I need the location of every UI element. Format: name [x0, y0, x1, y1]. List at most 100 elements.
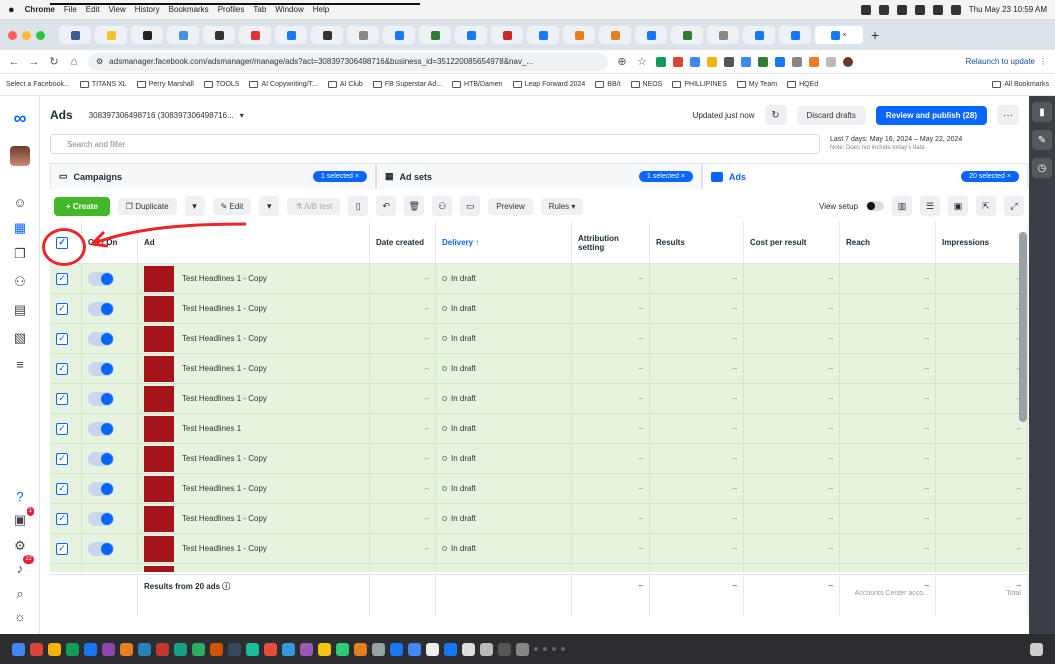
on-off-toggle[interactable]: [88, 361, 114, 376]
browser-tab[interactable]: [419, 26, 451, 44]
chevron-down-icon[interactable]: ▾: [184, 196, 205, 216]
browser-tab[interactable]: [347, 26, 379, 44]
chart-icon[interactable]: ⤢: [1004, 196, 1024, 216]
row-checkbox[interactable]: ✓: [56, 422, 68, 435]
close-tab-icon[interactable]: ×: [842, 32, 846, 39]
ad-name-link[interactable]: Test Headlines 1 - Copy: [182, 514, 267, 523]
view-setup-toggle[interactable]: [866, 201, 884, 211]
browser-tab[interactable]: [311, 26, 343, 44]
status-icon[interactable]: [878, 4, 889, 15]
ad-name-link[interactable]: Test Headlines 1 - Copy: [182, 484, 267, 493]
menu-history[interactable]: History: [135, 5, 160, 14]
bookmark-folder[interactable]: Leap Forward 2024: [512, 81, 585, 88]
status-icon[interactable]: [914, 4, 925, 15]
table-row[interactable]: ✓Test Headlines 1 - Copy–In draft–––––: [50, 354, 1028, 384]
browser-tab[interactable]: [383, 26, 415, 44]
app-icon[interactable]: [30, 642, 43, 656]
col-impressions[interactable]: Impressions: [936, 222, 1028, 263]
browser-tab[interactable]: [491, 26, 523, 44]
smile-icon[interactable]: ☺: [10, 192, 30, 212]
app-icon[interactable]: [192, 642, 205, 656]
bookmark-folder[interactable]: My Team: [736, 81, 777, 88]
bookmark-folder[interactable]: BB/t: [595, 81, 621, 88]
on-off-toggle[interactable]: [88, 451, 114, 466]
app-icon[interactable]: [498, 642, 511, 656]
browser-tab[interactable]: [743, 26, 775, 44]
bookmark-folder[interactable]: TOOLS: [203, 81, 239, 88]
ab-test-button[interactable]: ⚗ A/B test: [287, 197, 341, 215]
on-off-toggle[interactable]: [88, 571, 114, 572]
app-icon[interactable]: [408, 642, 421, 656]
alerts-bell-icon[interactable]: ♪ 22: [10, 555, 34, 578]
table-row[interactable]: ✓–In draft–––––: [50, 564, 1028, 572]
minimize-window-icon[interactable]: [22, 30, 31, 40]
menu-view[interactable]: View: [109, 5, 126, 14]
on-off-toggle[interactable]: [88, 331, 114, 346]
browser-tab[interactable]: [95, 26, 127, 44]
new-tab-icon[interactable]: +: [871, 27, 879, 43]
app-icon[interactable]: [318, 642, 331, 656]
pencil-icon[interactable]: ✎: [1032, 130, 1052, 150]
extension-icon[interactable]: [809, 56, 819, 67]
on-off-toggle[interactable]: [88, 541, 114, 556]
export-icon[interactable]: ⇱: [976, 196, 996, 216]
app-icon[interactable]: [66, 642, 79, 656]
row-checkbox[interactable]: ✓: [56, 512, 68, 525]
menu-bookmarks[interactable]: Bookmarks: [169, 5, 209, 14]
grid-table-icon[interactable]: ▦: [10, 218, 30, 238]
date-range-picker[interactable]: Last 7 days: May 16, 2024 – May 22, 2024…: [830, 135, 962, 153]
app-icon[interactable]: [354, 642, 367, 656]
app-icon[interactable]: [138, 642, 151, 656]
ad-thumbnail[interactable]: [144, 295, 174, 322]
close-icon[interactable]: ×: [355, 173, 359, 180]
menu-profiles[interactable]: Profiles: [218, 5, 245, 14]
ad-thumbnail[interactable]: [144, 325, 174, 352]
menu-chrome[interactable]: Chrome: [25, 5, 55, 14]
row-checkbox[interactable]: ✓: [56, 482, 68, 495]
review-publish-button[interactable]: Review and publish (28): [875, 105, 987, 125]
ad-name-link[interactable]: Test Headlines 1 - Copy: [182, 544, 267, 553]
bookmark-folder[interactable]: AI Club: [327, 81, 363, 88]
browser-tab[interactable]: [275, 26, 307, 44]
selected-pill[interactable]: 20 selected ×: [961, 171, 1019, 182]
on-off-toggle[interactable]: [88, 391, 114, 406]
ad-name-link[interactable]: Test Headlines 1: [182, 424, 241, 433]
library-icon[interactable]: ▧: [10, 328, 30, 348]
app-icon[interactable]: [246, 642, 259, 656]
row-checkbox[interactable]: ✓: [56, 542, 68, 555]
home-icon[interactable]: ⌂: [68, 56, 80, 68]
wifi-icon[interactable]: [932, 4, 943, 15]
tab-ads[interactable]: Ads 20 selected ×: [702, 163, 1028, 189]
bookmark-folder[interactable]: HTB/Damen: [452, 81, 503, 88]
browser-tab[interactable]: [779, 26, 811, 44]
browser-tab-active[interactable]: ×: [815, 26, 863, 44]
columns-icon[interactable]: ▥: [892, 196, 912, 216]
extension-icon[interactable]: [724, 56, 734, 67]
close-icon[interactable]: ×: [681, 173, 685, 180]
row-checkbox[interactable]: ✓: [56, 452, 68, 465]
table-row[interactable]: ✓Test Headlines 1 - Copy–In draft–––––: [50, 444, 1028, 474]
app-icon[interactable]: [462, 642, 475, 656]
app-icon[interactable]: [48, 642, 61, 656]
selected-pill[interactable]: 1 selected ×: [639, 171, 693, 182]
close-window-icon[interactable]: [8, 30, 17, 40]
forward-icon[interactable]: →: [28, 56, 40, 68]
table-row[interactable]: ✓Test Headlines 1 - Copy–In draft–––––: [50, 474, 1028, 504]
trash-icon[interactable]: 🗑: [404, 196, 425, 216]
browser-tab[interactable]: [203, 26, 235, 44]
on-off-toggle[interactable]: [88, 271, 114, 286]
ad-thumbnail[interactable]: [144, 265, 174, 292]
back-icon[interactable]: ←: [8, 56, 20, 68]
puzzle-icon[interactable]: [826, 56, 836, 67]
bookmark-item[interactable]: Select a Facebook...: [6, 81, 70, 88]
app-icon[interactable]: [480, 642, 493, 656]
table-row[interactable]: ✓ Test Headlines 1– In draft – – – – –: [50, 414, 1028, 444]
catalog-icon[interactable]: ▤: [10, 300, 30, 320]
ad-thumbnail[interactable]: [144, 475, 174, 502]
browser-tab[interactable]: [167, 26, 199, 44]
extension-icon[interactable]: [792, 56, 802, 67]
ad-thumbnail[interactable]: [144, 355, 174, 382]
app-icon[interactable]: [156, 642, 169, 656]
menu-edit[interactable]: Edit: [86, 5, 100, 14]
app-icon[interactable]: [516, 642, 529, 656]
